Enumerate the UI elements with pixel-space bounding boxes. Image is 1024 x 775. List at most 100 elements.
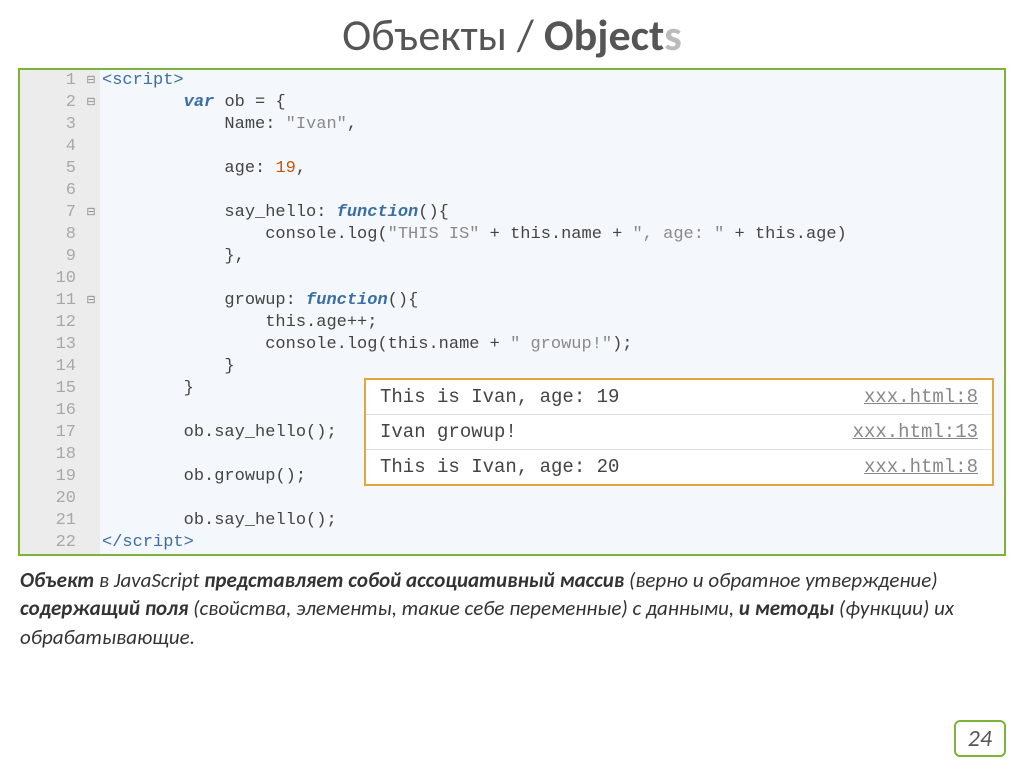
exp-bold: Объект bbox=[20, 567, 94, 593]
line-number: 14 bbox=[20, 356, 82, 378]
code-line: 1⊟<script> bbox=[20, 70, 1004, 92]
code-line: 2⊟ var ob = { bbox=[20, 92, 1004, 114]
code-line: 21 ob.say_hello(); bbox=[20, 510, 1004, 532]
code-line: 10 bbox=[20, 268, 1004, 290]
console-message: Ivan growup! bbox=[380, 421, 517, 443]
code-line: 6 bbox=[20, 180, 1004, 202]
code-content: </script> bbox=[100, 532, 1004, 554]
line-number: 9 bbox=[20, 246, 82, 268]
fold-icon bbox=[82, 268, 100, 290]
code-line: 4 bbox=[20, 136, 1004, 158]
console-line: This is Ivan, age: 20 xxx.html:8 bbox=[366, 450, 992, 484]
line-number: 11 bbox=[20, 290, 82, 312]
line-number: 19 bbox=[20, 466, 82, 488]
code-line: 14 } bbox=[20, 356, 1004, 378]
fold-icon: ⊟ bbox=[82, 70, 100, 92]
line-number: 5 bbox=[20, 158, 82, 180]
fold-icon bbox=[82, 444, 100, 466]
fold-icon bbox=[82, 136, 100, 158]
code-line: 20 bbox=[20, 488, 1004, 510]
title-gray: s bbox=[664, 8, 682, 62]
title-bold: Object bbox=[544, 8, 664, 62]
console-line: This is Ivan, age: 19 xxx.html:8 bbox=[366, 380, 992, 415]
page-number: 24 bbox=[954, 720, 1006, 757]
code-line: 3 Name: "Ivan", bbox=[20, 114, 1004, 136]
line-number: 22 bbox=[20, 532, 82, 554]
console-source: xxx.html:13 bbox=[853, 421, 978, 443]
code-content: var ob = { bbox=[100, 92, 1004, 114]
code-content: } bbox=[100, 356, 1004, 378]
line-number: 13 bbox=[20, 334, 82, 356]
exp-bold: представляет собой ассоциативный массив bbox=[204, 567, 624, 593]
line-number: 6 bbox=[20, 180, 82, 202]
code-content bbox=[100, 268, 1004, 290]
code-content: }, bbox=[100, 246, 1004, 268]
code-content bbox=[100, 180, 1004, 202]
code-line: 22 </script> bbox=[20, 532, 1004, 554]
explanation-text: Объект в JavaScript представляет собой а… bbox=[20, 566, 1004, 651]
fold-icon bbox=[82, 422, 100, 444]
exp-bold: содержащий поля bbox=[20, 595, 188, 621]
code-line: 7⊟ say_hello: function(){ bbox=[20, 202, 1004, 224]
fold-icon: ⊟ bbox=[82, 290, 100, 312]
console-message: This is Ivan, age: 20 bbox=[380, 456, 619, 478]
code-content: console.log(this.name + " growup!"); bbox=[100, 334, 1004, 356]
code-line: 12 this.age++; bbox=[20, 312, 1004, 334]
line-number: 3 bbox=[20, 114, 82, 136]
console-line: Ivan growup! xxx.html:13 bbox=[366, 415, 992, 450]
line-number: 4 bbox=[20, 136, 82, 158]
code-content: age: 19, bbox=[100, 158, 1004, 180]
code-content: console.log("THIS IS" + this.name + ", a… bbox=[100, 224, 1004, 246]
fold-icon bbox=[82, 400, 100, 422]
line-number: 2 bbox=[20, 92, 82, 114]
code-content: <script> bbox=[100, 70, 1004, 92]
fold-icon bbox=[82, 532, 100, 554]
fold-icon bbox=[82, 180, 100, 202]
fold-icon bbox=[82, 510, 100, 532]
fold-icon: ⊟ bbox=[82, 202, 100, 224]
exp-text: (свойства, элементы, такие себе переменн… bbox=[188, 595, 738, 621]
fold-icon bbox=[82, 224, 100, 246]
fold-icon bbox=[82, 334, 100, 356]
line-number: 15 bbox=[20, 378, 82, 400]
fold-icon bbox=[82, 246, 100, 268]
console-source: xxx.html:8 bbox=[864, 386, 978, 408]
console-source: xxx.html:8 bbox=[864, 456, 978, 478]
code-content: ob.say_hello(); bbox=[100, 510, 1004, 532]
title-part1: Объекты / bbox=[342, 8, 544, 62]
fold-icon bbox=[82, 114, 100, 136]
line-number: 17 bbox=[20, 422, 82, 444]
slide-title: Объекты / Objects bbox=[0, 8, 1024, 62]
code-content: this.age++; bbox=[100, 312, 1004, 334]
code-content: Name: "Ivan", bbox=[100, 114, 1004, 136]
console-message: This is Ivan, age: 19 bbox=[380, 386, 619, 408]
line-number: 18 bbox=[20, 444, 82, 466]
line-number: 8 bbox=[20, 224, 82, 246]
console-output: This is Ivan, age: 19 xxx.html:8 Ivan grow… bbox=[364, 378, 994, 486]
fold-icon bbox=[82, 356, 100, 378]
line-number: 12 bbox=[20, 312, 82, 334]
fold-icon bbox=[82, 378, 100, 400]
code-content: say_hello: function(){ bbox=[100, 202, 1004, 224]
fold-icon: ⊟ bbox=[82, 92, 100, 114]
line-number: 21 bbox=[20, 510, 82, 532]
code-content bbox=[100, 136, 1004, 158]
code-line: 13 console.log(this.name + " growup!"); bbox=[20, 334, 1004, 356]
line-number: 7 bbox=[20, 202, 82, 224]
exp-text: (верно и обратное утверждение) bbox=[624, 567, 937, 593]
fold-icon bbox=[82, 312, 100, 334]
fold-icon bbox=[82, 488, 100, 510]
fold-icon bbox=[82, 466, 100, 488]
line-number: 1 bbox=[20, 70, 82, 92]
line-number: 16 bbox=[20, 400, 82, 422]
fold-icon bbox=[82, 158, 100, 180]
code-content: growup: function(){ bbox=[100, 290, 1004, 312]
code-line: 5 age: 19, bbox=[20, 158, 1004, 180]
line-number: 10 bbox=[20, 268, 82, 290]
code-line: 9 }, bbox=[20, 246, 1004, 268]
code-line: 11⊟ growup: function(){ bbox=[20, 290, 1004, 312]
exp-bold: и методы bbox=[739, 595, 834, 621]
exp-text: в JavaScript bbox=[94, 567, 204, 593]
code-line: 8 console.log("THIS IS" + this.name + ",… bbox=[20, 224, 1004, 246]
code-content bbox=[100, 488, 1004, 510]
